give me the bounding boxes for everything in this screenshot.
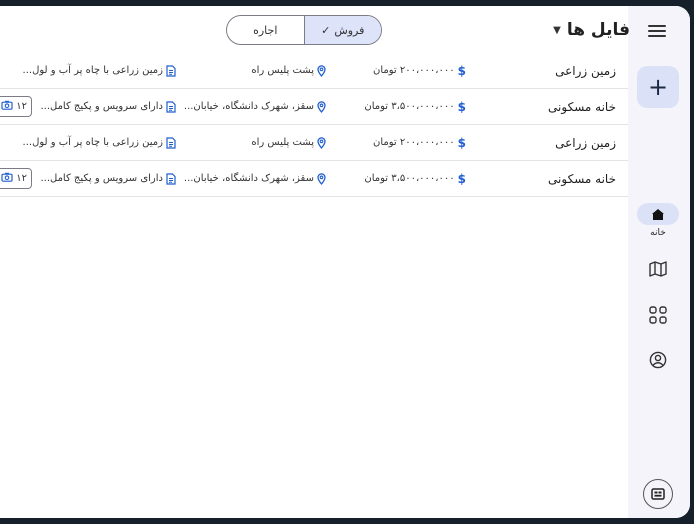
nav-item-apps[interactable]	[647, 304, 669, 326]
dollar-icon: $	[457, 99, 466, 114]
price: $۲۰۰،۰۰۰،۰۰۰ تومان	[373, 53, 466, 88]
list-item[interactable]: خانه مسکونی $۳،۵۰۰،۰۰۰،۰۰۰ تومان سقز، شهرک…	[0, 89, 628, 125]
price: $۳،۵۰۰،۰۰۰،۰۰۰ تومان	[364, 89, 466, 124]
price: $۳،۵۰۰،۰۰۰،۰۰۰ تومان	[364, 161, 466, 196]
keyboard-icon	[651, 488, 665, 500]
property-type-label: خانه مسکونی	[548, 99, 616, 114]
photo-count: ۱۲	[16, 101, 27, 112]
map-icon	[649, 261, 667, 277]
property-type: خانه مسکونی	[548, 89, 616, 124]
price-value: ۲۰۰،۰۰۰،۰۰۰ تومان	[372, 65, 455, 76]
price: $۲۰۰،۰۰۰،۰۰۰ تومان	[373, 125, 466, 160]
location-value: سقز، شهرک دانشگاه، خیابان...	[183, 173, 314, 184]
price-value: ۲۰۰،۰۰۰،۰۰۰ تومان	[372, 137, 455, 148]
nav-home-label: خانه	[650, 228, 666, 238]
main-content: اجاره ✓ فروش زمین زراعی $۲۰۰،۰۰۰،۰۰۰ توما…	[0, 6, 628, 518]
photos-button[interactable]: ۱۲	[0, 96, 32, 117]
nav-item-home[interactable]: خانه	[637, 203, 679, 249]
list-item[interactable]: زمین زراعی $۲۰۰،۰۰۰،۰۰۰ تومان پشت پلیس راه…	[0, 53, 628, 89]
location: سقز، شهرک دانشگاه، خیابان...	[184, 89, 326, 124]
location-pin-icon	[317, 64, 326, 77]
tab-rent[interactable]: اجاره	[227, 16, 304, 44]
description: زمین زراعی با چاه پر آب و لول...	[23, 53, 176, 88]
location-pin-icon	[317, 136, 326, 149]
plus-icon: +	[647, 73, 669, 101]
document-icon	[166, 172, 176, 185]
property-type-label: خانه مسکونی	[548, 171, 616, 186]
property-type-label: زمین زراعی	[555, 63, 616, 78]
nav-item-account[interactable]	[647, 349, 669, 371]
document-icon	[166, 100, 176, 113]
dollar-icon: $	[457, 171, 466, 186]
property-type: زمین زراعی	[555, 53, 616, 88]
nav-item-map[interactable]	[647, 258, 669, 280]
location: سقز، شهرک دانشگاه، خیابان...	[184, 161, 326, 196]
tab-sale-label: فروش	[334, 23, 365, 37]
camera-icon	[1, 100, 13, 113]
description-value: دارای سرویس و پکیج کامل...	[40, 101, 163, 112]
check-icon: ✓	[321, 23, 331, 37]
app-window: اجاره ✓ فروش زمین زراعی $۲۰۰،۰۰۰،۰۰۰ توما…	[0, 6, 690, 518]
description: دارای سرویس و پکیج کامل...	[40, 89, 176, 124]
keyboard-button[interactable]	[643, 479, 673, 509]
description-value: زمین زراعی با چاه پر آب و لول...	[22, 65, 163, 76]
tab-sale[interactable]: ✓ فروش	[303, 16, 381, 44]
description: زمین زراعی با چاه پر آب و لول...	[23, 125, 176, 160]
price-value: ۳،۵۰۰،۰۰۰،۰۰۰ تومان	[364, 173, 455, 184]
location: پشت پلیس راه	[251, 125, 326, 160]
location-pin-icon	[317, 100, 326, 113]
property-type-label: زمین زراعی	[555, 135, 616, 150]
description: دارای سرویس و پکیج کامل...	[40, 161, 176, 196]
add-file-button[interactable]: +	[637, 66, 679, 108]
list-item[interactable]: زمین زراعی $۲۰۰،۰۰۰،۰۰۰ تومان پشت پلیس راه…	[0, 125, 628, 161]
photos-button[interactable]: ۱۲	[0, 168, 32, 189]
location: پشت پلیس راه	[251, 53, 326, 88]
document-icon	[166, 64, 176, 77]
title-dropdown[interactable]: فایل ها ▼	[553, 18, 630, 42]
location-value: پشت پلیس راه	[251, 137, 314, 148]
apps-grid-icon	[649, 306, 667, 324]
sale-rent-toggle[interactable]: اجاره ✓ فروش	[226, 15, 382, 45]
tab-rent-label: اجاره	[253, 23, 278, 37]
price-value: ۳،۵۰۰،۰۰۰،۰۰۰ تومان	[364, 101, 455, 112]
list-item[interactable]: خانه مسکونی $۳،۵۰۰،۰۰۰،۰۰۰ تومان سقز، شهرک…	[0, 161, 628, 197]
home-icon	[652, 208, 664, 220]
camera-icon	[1, 172, 13, 185]
account-icon	[649, 351, 667, 369]
location-value: سقز، شهرک دانشگاه، خیابان...	[183, 101, 314, 112]
location-value: پشت پلیس راه	[251, 65, 314, 76]
home-indicator	[637, 203, 679, 225]
dollar-icon: $	[457, 135, 466, 150]
document-icon	[166, 136, 176, 149]
photo-count: ۱۲	[16, 173, 27, 184]
location-pin-icon	[317, 172, 326, 185]
page-title: فایل ها	[566, 20, 630, 40]
property-type: خانه مسکونی	[548, 161, 616, 196]
description-value: زمین زراعی با چاه پر آب و لول...	[22, 137, 163, 148]
property-type: زمین زراعی	[555, 125, 616, 160]
dollar-icon: $	[457, 63, 466, 78]
caret-down-icon: ▼	[553, 24, 561, 36]
files-list: زمین زراعی $۲۰۰،۰۰۰،۰۰۰ تومان پشت پلیس راه…	[0, 53, 628, 197]
menu-icon[interactable]	[648, 25, 666, 39]
description-value: دارای سرویس و پکیج کامل...	[40, 173, 163, 184]
